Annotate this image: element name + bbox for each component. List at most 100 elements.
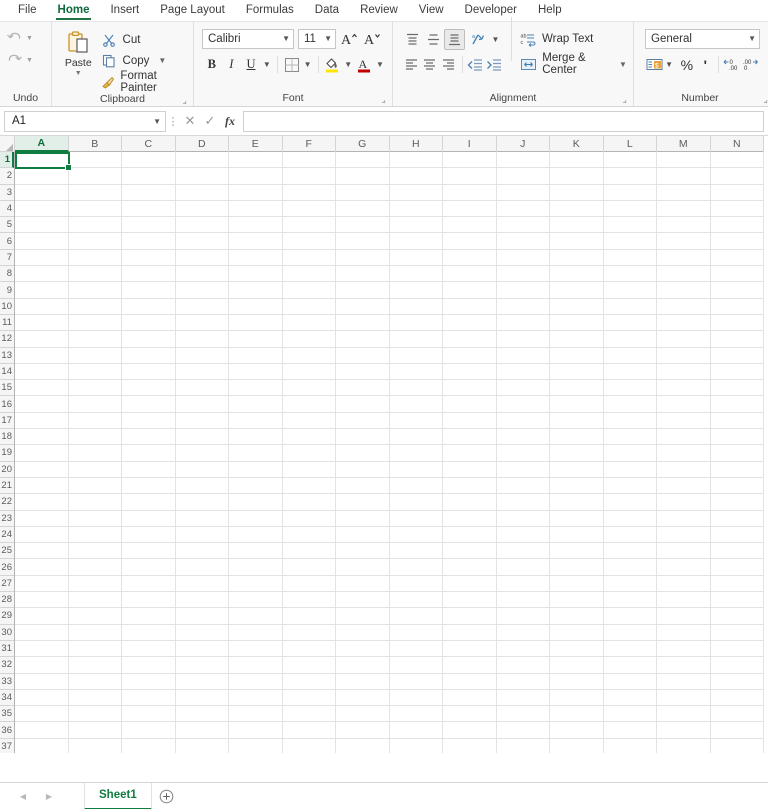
cell-H21[interactable]	[389, 477, 443, 495]
cell-H33[interactable]	[389, 673, 443, 690]
cell-I3[interactable]	[443, 184, 497, 201]
cell-I13[interactable]	[443, 347, 497, 364]
cell-C13[interactable]	[122, 347, 176, 364]
cell-G22[interactable]	[336, 494, 390, 511]
cell-C4[interactable]	[122, 200, 176, 218]
name-box[interactable]: A1 ▼	[4, 110, 166, 132]
cell-G27[interactable]	[336, 575, 390, 593]
cell-A11[interactable]	[15, 314, 69, 332]
column-header-A[interactable]: A	[15, 136, 69, 152]
cell-J27[interactable]	[496, 575, 550, 593]
row-header-18[interactable]: 18	[0, 429, 14, 446]
cell-F2[interactable]	[282, 168, 336, 185]
cell-A32[interactable]	[15, 657, 69, 674]
cell-M23[interactable]	[657, 510, 711, 527]
cell-I27[interactable]	[443, 575, 497, 593]
cell-H23[interactable]	[389, 510, 443, 527]
cell-L18[interactable]	[603, 429, 657, 446]
row-header-5[interactable]: 5	[0, 217, 14, 234]
alignment-dialog-launcher-icon[interactable]: ⟓	[620, 96, 629, 105]
cell-F3[interactable]	[282, 184, 336, 201]
cell-D28[interactable]	[175, 592, 229, 609]
cell-D11[interactable]	[175, 314, 229, 332]
row-header-33[interactable]: 33	[0, 674, 14, 690]
cell-L27[interactable]	[603, 575, 657, 593]
cell-B10[interactable]	[68, 298, 122, 315]
cell-F18[interactable]	[282, 429, 336, 446]
cell-M29[interactable]	[657, 608, 711, 625]
column-header-F[interactable]: F	[283, 136, 336, 152]
cell-F11[interactable]	[282, 314, 336, 332]
cell-L2[interactable]	[603, 168, 657, 185]
cell-J30[interactable]	[496, 624, 550, 641]
cell-B28[interactable]	[68, 592, 122, 609]
cell-D9[interactable]	[175, 282, 229, 299]
row-header-14[interactable]: 14	[0, 364, 14, 381]
cell-A1[interactable]	[15, 152, 69, 169]
cell-E34[interactable]	[229, 689, 283, 707]
cell-I29[interactable]	[443, 608, 497, 625]
cell-L24[interactable]	[603, 526, 657, 544]
row-header-13[interactable]: 13	[0, 348, 14, 364]
cell-E37[interactable]	[229, 738, 283, 753]
cell-J37[interactable]	[497, 738, 550, 753]
align-top-button[interactable]	[402, 29, 423, 50]
cell-D13[interactable]	[175, 347, 229, 364]
cell-H16[interactable]	[389, 396, 443, 413]
cell-I4[interactable]	[443, 200, 497, 218]
cell-F35[interactable]	[282, 706, 336, 723]
cell-E28[interactable]	[229, 592, 283, 609]
cell-J19[interactable]	[496, 445, 550, 462]
ribbon-tab-file[interactable]: File	[8, 2, 47, 19]
cell-M21[interactable]	[657, 477, 711, 495]
cell-I6[interactable]	[443, 233, 497, 250]
cell-K24[interactable]	[550, 526, 604, 544]
cell-M26[interactable]	[657, 559, 711, 576]
cell-L37[interactable]	[604, 738, 657, 753]
cell-E8[interactable]	[229, 266, 283, 283]
cell-J23[interactable]	[496, 510, 550, 527]
cell-C31[interactable]	[122, 640, 176, 658]
cell-A22[interactable]	[15, 494, 69, 511]
cell-A30[interactable]	[15, 624, 69, 641]
cell-H25[interactable]	[389, 543, 443, 560]
borders-dropdown-chevron-icon[interactable]: ▼	[301, 54, 313, 75]
cell-B1[interactable]	[68, 152, 122, 169]
cell-J28[interactable]	[496, 592, 550, 609]
cell-K14[interactable]	[550, 363, 604, 381]
row-header-24[interactable]: 24	[0, 527, 14, 544]
percent-style-button[interactable]: %	[678, 54, 696, 75]
cell-M20[interactable]	[657, 461, 711, 478]
cell-F14[interactable]	[282, 363, 336, 381]
cell-N32[interactable]	[710, 657, 764, 674]
cell-E11[interactable]	[229, 314, 283, 332]
cell-G11[interactable]	[336, 314, 390, 332]
cell-B33[interactable]	[68, 673, 122, 690]
row-header-34[interactable]: 34	[0, 690, 14, 707]
cell-A3[interactable]	[15, 184, 69, 201]
cell-I17[interactable]	[443, 412, 497, 430]
cell-F4[interactable]	[282, 200, 336, 218]
cell-C14[interactable]	[122, 363, 176, 381]
cell-H34[interactable]	[389, 689, 443, 707]
cell-F17[interactable]	[282, 412, 336, 430]
chevron-down-icon[interactable]: ▼	[153, 117, 161, 126]
cell-J24[interactable]	[496, 526, 550, 544]
cell-D21[interactable]	[175, 477, 229, 495]
cell-H5[interactable]	[389, 217, 443, 234]
cell-L19[interactable]	[603, 445, 657, 462]
column-header-N[interactable]: N	[711, 136, 764, 152]
cell-I14[interactable]	[443, 363, 497, 381]
cell-H8[interactable]	[389, 266, 443, 283]
merge-and-center-button[interactable]: Merge & Center ▼	[520, 52, 627, 76]
cell-A36[interactable]	[15, 722, 69, 739]
cell-N36[interactable]	[710, 722, 764, 739]
increase-decimal-button[interactable]: 0.00	[723, 54, 741, 75]
cell-I35[interactable]	[443, 706, 497, 723]
cell-E6[interactable]	[229, 233, 283, 250]
cell-E12[interactable]	[229, 331, 283, 348]
cell-G32[interactable]	[336, 657, 390, 674]
cell-G14[interactable]	[336, 363, 390, 381]
cell-F27[interactable]	[282, 575, 336, 593]
cell-B20[interactable]	[68, 461, 122, 478]
